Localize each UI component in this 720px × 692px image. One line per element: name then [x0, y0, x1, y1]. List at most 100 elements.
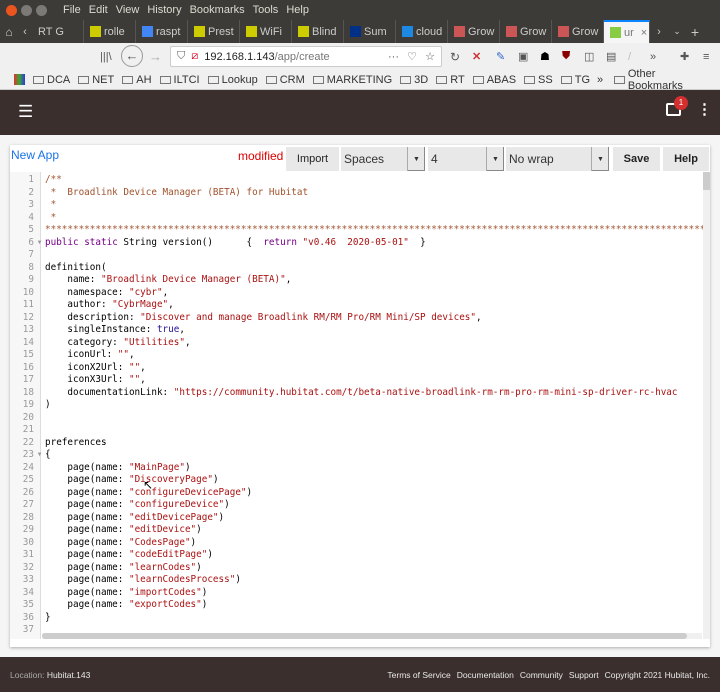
menu-edit[interactable]: Edit	[89, 4, 108, 16]
community-link[interactable]: Community	[520, 670, 563, 680]
fold-toggle-icon[interactable]: ▼	[34, 237, 45, 250]
window-minimize-button[interactable]	[21, 4, 32, 16]
browser-tab[interactable]: Prest	[188, 20, 240, 43]
browser-tab[interactable]: Sum	[344, 20, 396, 43]
browser-tab[interactable]: raspt	[136, 20, 188, 43]
ublock-icon[interactable]: ⛊	[562, 50, 570, 63]
menu-view[interactable]: View	[116, 4, 140, 16]
browser-tab[interactable]: Grow	[552, 20, 604, 43]
new-tab-icon[interactable]: +	[686, 24, 704, 40]
browser-tab[interactable]: Grow	[448, 20, 500, 43]
bookmark-folder[interactable]: MARKETING	[312, 74, 392, 86]
bookmark-bag-icon[interactable]	[14, 74, 25, 85]
line-number: 11	[22, 299, 34, 310]
bookmark-folder[interactable]: NET	[78, 74, 114, 86]
indent-size-select[interactable]: 4 ▼	[428, 147, 504, 171]
other-bookmarks[interactable]: Other Bookmarks	[614, 68, 712, 92]
help-button[interactable]: Help	[663, 147, 709, 171]
bookmark-folder[interactable]: 3D	[400, 74, 428, 86]
fold-toggle-icon[interactable]: ▼	[34, 449, 45, 462]
close-tab-icon[interactable]: ×	[641, 27, 647, 39]
bookmark-folder[interactable]: ABAS	[472, 74, 516, 86]
browser-tab[interactable]: RT G	[32, 20, 84, 43]
url-bar[interactable]: ⛉ ⧄ 192.168.1.143/app/create ··· ♡ ☆	[170, 46, 442, 67]
code-line: 16 iconX2Url: "",	[10, 362, 704, 375]
code-text: page(name: "codeEditPage")	[45, 549, 704, 562]
vertical-scrollbar[interactable]	[703, 172, 710, 639]
browser-tab[interactable]: cloud	[396, 20, 448, 43]
dropdown-arrow-icon: ▼	[407, 147, 425, 171]
code-line: 22 preferences	[10, 437, 704, 450]
folder-icon	[436, 75, 448, 84]
browser-tab[interactable]: rolle	[84, 20, 136, 43]
code-line: 3 *	[10, 199, 704, 212]
code-token: page(name:	[45, 574, 129, 585]
indent-type-select[interactable]: Spaces ▼	[341, 147, 425, 171]
window-close-button[interactable]	[6, 4, 17, 16]
bookmark-folder[interactable]: ILTCI	[159, 74, 200, 86]
browser-tab[interactable]: Grow	[500, 20, 552, 43]
bookmarks-overflow-icon[interactable]: »	[597, 74, 603, 86]
pen-icon[interactable]: /	[628, 51, 631, 63]
menu-tools[interactable]: Tools	[253, 4, 279, 16]
bookmark-folder[interactable]: SS	[524, 74, 553, 86]
home-icon[interactable]: ⌂	[0, 25, 18, 39]
import-button[interactable]: Import	[286, 147, 339, 171]
tab-list-chevron-icon[interactable]: ⌄	[668, 26, 686, 37]
save-button[interactable]: Save	[613, 147, 660, 171]
reload-icon[interactable]: ↻	[450, 50, 460, 64]
bookmark-folder[interactable]: Lookup	[207, 74, 258, 86]
tabs-scroll-right-icon[interactable]: ›	[650, 26, 668, 38]
code-text: definition(	[45, 262, 704, 275]
horizontal-scroll-thumb[interactable]	[42, 633, 687, 639]
forward-button[interactable]: →	[149, 49, 162, 64]
extension-icon[interactable]: ▣	[518, 50, 528, 63]
terms-link[interactable]: Terms of Service	[387, 670, 450, 680]
footer: Location: Hubitat.143 Terms of Service D…	[0, 657, 720, 692]
bookmark-folder[interactable]: AH	[122, 74, 152, 86]
code-text: description: "Discover and manage Broadl…	[45, 312, 704, 325]
pocket-icon[interactable]: ♡	[407, 50, 417, 63]
extensions-icon[interactable]: ✚	[680, 50, 689, 63]
line-number: 2	[28, 186, 34, 198]
bookmark-folder[interactable]: DCA	[33, 74, 70, 86]
bookmark-star-icon[interactable]: ☆	[425, 50, 435, 63]
horizontal-scrollbar[interactable]	[42, 633, 702, 639]
eyedropper-icon[interactable]: ✎	[496, 50, 505, 63]
back-button[interactable]: ←	[121, 45, 143, 67]
more-options-icon[interactable]: ⋮	[697, 102, 712, 117]
page-actions-icon[interactable]: ···	[388, 51, 399, 63]
browser-tab[interactable]: ur ×	[604, 20, 650, 43]
navigation-toolbar: |||\ ← → ⛉ ⧄ 192.168.1.143/app/create ··…	[0, 43, 720, 70]
vertical-scroll-thumb[interactable]	[703, 172, 710, 190]
browser-tab[interactable]: WiFi	[240, 20, 292, 43]
menu-help[interactable]: Help	[286, 4, 309, 16]
sidebar-icon[interactable]: ◫	[584, 50, 594, 63]
documentation-link[interactable]: Documentation	[457, 670, 514, 680]
menu-history[interactable]: History	[147, 4, 181, 16]
library-icon[interactable]: |||\	[100, 51, 112, 63]
extension-calendar-icon[interactable]: ▤	[606, 50, 616, 63]
hamburger-menu-icon[interactable]: ≡	[703, 51, 709, 63]
support-link[interactable]: Support	[569, 670, 599, 680]
wrap-select[interactable]: No wrap ▼	[506, 147, 609, 171]
menu-icon[interactable]: ☰	[18, 103, 33, 120]
code-token: category:	[45, 336, 124, 348]
overflow-icon[interactable]: »	[650, 51, 656, 63]
code-token: page(name:	[45, 474, 129, 485]
window-maximize-button[interactable]	[36, 4, 47, 16]
bookmark-folder[interactable]: CRM	[265, 74, 305, 86]
code-line: 24 page(name: "MainPage")	[10, 462, 704, 475]
code-editor[interactable]: 1 /** 2 * Broadlink Device Manager (BETA) …	[10, 172, 710, 639]
bookmark-folder[interactable]: TG	[560, 74, 590, 86]
menu-file[interactable]: File	[63, 4, 81, 16]
tabs-scroll-left-icon[interactable]: ‹	[18, 26, 32, 38]
bookmark-folder[interactable]: RT	[436, 74, 465, 86]
folder-icon	[524, 75, 536, 84]
code-text: page(name: "learnCodes")	[45, 562, 704, 575]
browser-tab[interactable]: Blind	[292, 20, 344, 43]
menu-bookmarks[interactable]: Bookmarks	[190, 4, 245, 16]
extension-x-icon[interactable]: ✕	[472, 50, 481, 63]
extension-ghost-icon[interactable]: ☗	[540, 50, 550, 63]
